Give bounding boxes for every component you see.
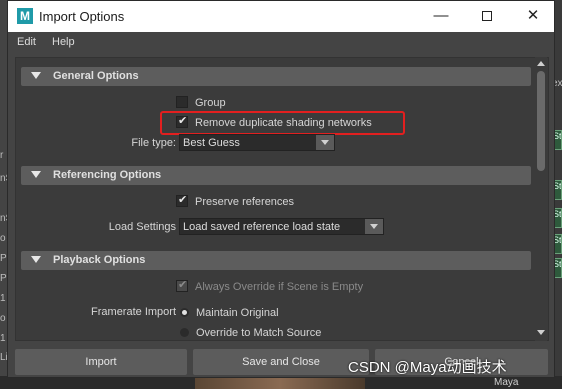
close-button[interactable]: ✕ bbox=[510, 1, 556, 32]
maya-app-icon: M bbox=[17, 8, 33, 24]
minimize-button[interactable]: — bbox=[418, 1, 464, 32]
background-text: r bbox=[0, 150, 4, 161]
file-type-value: Best Guess bbox=[183, 137, 240, 149]
menu-edit[interactable]: Edit bbox=[17, 36, 36, 48]
maximize-icon bbox=[482, 11, 492, 22]
file-type-label: File type: bbox=[131, 137, 176, 149]
import-button[interactable]: Import bbox=[15, 349, 187, 375]
section-referencing-options[interactable]: Referencing Options bbox=[21, 166, 531, 185]
section-label: Referencing Options bbox=[53, 169, 162, 181]
maintain-original-radio[interactable] bbox=[180, 308, 189, 317]
load-settings-value: Load saved reference load state bbox=[183, 221, 341, 233]
load-settings-label: Load Settings bbox=[108, 221, 176, 233]
collapse-triangle-icon bbox=[31, 171, 41, 178]
collapse-triangle-icon bbox=[31, 256, 41, 263]
options-panel: General Options Group Remove duplicate s… bbox=[15, 57, 549, 341]
import-options-dialog: M Import Options — ✕ Edit Help General O… bbox=[7, 0, 555, 378]
background-text: 1 bbox=[0, 293, 6, 304]
always-override-checkbox bbox=[176, 278, 188, 292]
background-text: 1 bbox=[0, 333, 6, 344]
load-settings-dropdown[interactable]: Load saved reference load state bbox=[179, 218, 384, 235]
scrollbar-thumb[interactable] bbox=[537, 71, 545, 171]
background-viewport-image bbox=[195, 378, 365, 389]
override-match-source-label: Override to Match Source bbox=[196, 327, 322, 339]
chevron-down-icon bbox=[365, 219, 383, 234]
file-type-dropdown[interactable]: Best Guess bbox=[179, 134, 335, 151]
override-match-source-radio[interactable] bbox=[180, 328, 189, 337]
section-playback-options[interactable]: Playback Options bbox=[21, 251, 531, 270]
background-text: P bbox=[0, 273, 7, 284]
menu-help[interactable]: Help bbox=[52, 36, 75, 48]
save-and-close-button[interactable]: Save and Close bbox=[193, 349, 369, 375]
window-title: Import Options bbox=[39, 9, 125, 24]
title-bar[interactable]: M Import Options — ✕ bbox=[8, 1, 554, 32]
background-maya-label: Maya bbox=[494, 377, 519, 388]
maintain-original-label: Maintain Original bbox=[196, 307, 279, 319]
menu-bar: Edit Help bbox=[8, 32, 554, 53]
preserve-references-checkbox[interactable] bbox=[176, 193, 188, 207]
scroll-down-arrow-icon[interactable] bbox=[537, 330, 545, 335]
group-checkbox[interactable] bbox=[176, 96, 188, 108]
collapse-triangle-icon bbox=[31, 72, 41, 79]
maximize-button[interactable] bbox=[464, 1, 510, 32]
scroll-up-arrow-icon[interactable] bbox=[537, 61, 545, 66]
highlight-annotation-box bbox=[160, 111, 405, 135]
preserve-references-label: Preserve references bbox=[195, 196, 295, 208]
section-label: Playback Options bbox=[53, 254, 146, 266]
background-text: o bbox=[0, 313, 6, 324]
background-text: o bbox=[0, 233, 6, 244]
background-text: P bbox=[0, 253, 7, 264]
group-label: Group bbox=[195, 97, 226, 109]
always-override-label: Always Override if Scene is Empty bbox=[195, 281, 364, 293]
section-general-options[interactable]: General Options bbox=[21, 67, 531, 86]
watermark-text: CSDN @Maya动画技术 bbox=[348, 359, 507, 376]
chevron-down-icon bbox=[316, 135, 334, 150]
framerate-import-label: Framerate Import bbox=[91, 306, 176, 318]
section-label: General Options bbox=[53, 70, 139, 82]
